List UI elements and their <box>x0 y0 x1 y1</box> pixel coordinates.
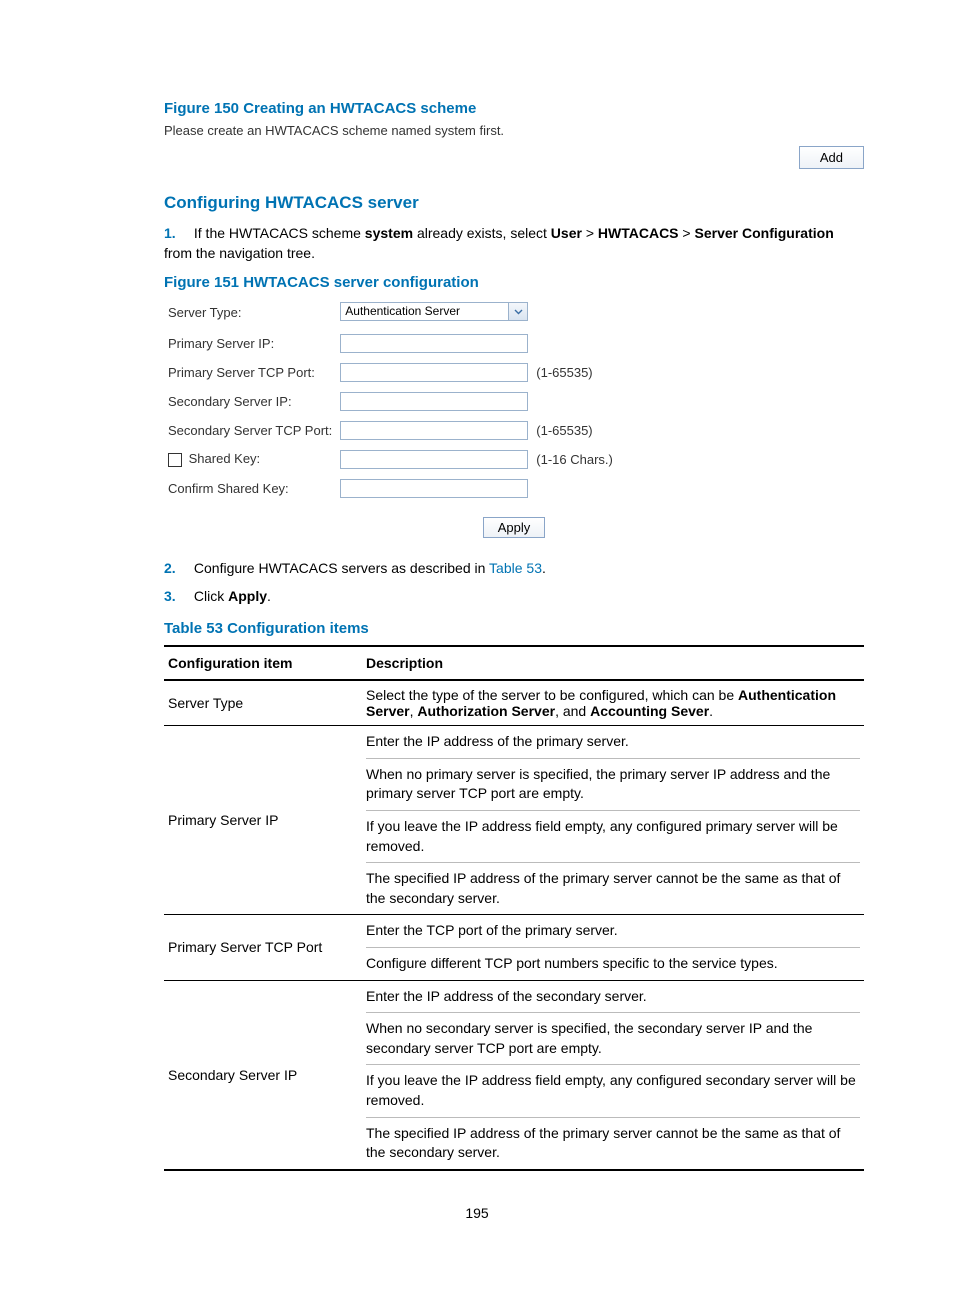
config-desc-secondary-server-ip: Enter the IP address of the secondary se… <box>362 980 864 1170</box>
desc-para: When no secondary server is specified, t… <box>366 1013 860 1065</box>
secondary-server-tcp-port-input[interactable] <box>340 421 528 440</box>
step-1-sep-1: > <box>582 225 598 241</box>
step-1-text-b: already exists, select <box>413 225 551 241</box>
step-1-number: 1. <box>164 223 190 243</box>
configuration-items-table: Configuration item Description Server Ty… <box>164 645 864 1171</box>
table-row: Secondary Server IP Enter the IP address… <box>164 980 864 1170</box>
config-item-primary-server-tcp-port: Primary Server TCP Port <box>164 915 362 980</box>
step-2-number: 2. <box>164 558 190 578</box>
table-row: Primary Server IP Enter the IP address o… <box>164 726 864 915</box>
secondary-server-tcp-port-label: Secondary Server TCP Port: <box>164 416 336 445</box>
shared-key-input[interactable] <box>340 450 528 469</box>
confirm-shared-key-label: Confirm Shared Key: <box>164 474 336 503</box>
table-header-item: Configuration item <box>164 646 362 680</box>
step-2-table-link[interactable]: Table 53 <box>489 560 542 576</box>
primary-server-tcp-port-input[interactable] <box>340 363 528 382</box>
step-3-bold-apply: Apply <box>228 588 267 604</box>
table-header-description: Description <box>362 646 864 680</box>
secondary-server-ip-label: Secondary Server IP: <box>164 387 336 416</box>
step-3: 3. Click Apply. <box>164 586 864 606</box>
config-desc-server-type: Select the type of the server to be conf… <box>362 680 864 726</box>
shared-key-label: Shared Key: <box>189 451 261 466</box>
desc-text: . <box>709 703 713 719</box>
desc-para: Enter the IP address of the primary serv… <box>366 726 860 759</box>
config-desc-primary-server-ip: Enter the IP address of the primary serv… <box>362 726 864 915</box>
desc-text: Select the type of the server to be conf… <box>366 687 738 703</box>
desc-para: If you leave the IP address field empty,… <box>366 1065 860 1117</box>
step-1-sep-2: > <box>679 225 695 241</box>
primary-server-ip-input[interactable] <box>340 334 528 353</box>
table-row: Server Type Select the type of the serve… <box>164 680 864 726</box>
desc-para: Enter the IP address of the secondary se… <box>366 981 860 1014</box>
page-number: 195 <box>90 1205 864 1221</box>
desc-para: When no primary server is specified, the… <box>366 759 860 811</box>
desc-para: The specified IP address of the primary … <box>366 1118 860 1169</box>
step-1-text-a: If the HWTACACS scheme <box>194 225 365 241</box>
step-1-text-c: from the navigation tree. <box>164 245 315 261</box>
table-row: Primary Server TCP Port Enter the TCP po… <box>164 915 864 980</box>
section-heading-configuring-hwtacacs-server: Configuring HWTACACS server <box>164 193 864 213</box>
confirm-shared-key-input[interactable] <box>340 479 528 498</box>
primary-server-tcp-port-label: Primary Server TCP Port: <box>164 358 336 387</box>
desc-bold: Accounting Sever <box>590 703 709 719</box>
apply-button[interactable]: Apply <box>483 517 546 538</box>
add-button[interactable]: Add <box>799 146 864 169</box>
desc-para: The specified IP address of the primary … <box>366 863 860 914</box>
secondary-server-ip-input[interactable] <box>340 392 528 411</box>
step-2-text-a: Configure HWTACACS servers as described … <box>194 560 489 576</box>
config-desc-primary-server-tcp-port: Enter the TCP port of the primary server… <box>362 915 864 980</box>
table-53-caption: Table 53 Configuration items <box>164 620 864 637</box>
step-3-text-a: Click <box>194 588 228 604</box>
server-config-form: Server Type: Authentication Server Prima… <box>164 297 617 503</box>
step-1-bold-system: system <box>365 225 413 241</box>
step-1-bold-user: User <box>551 225 582 241</box>
config-item-primary-server-ip: Primary Server IP <box>164 726 362 915</box>
secondary-port-hint: (1-65535) <box>532 416 617 445</box>
chevron-down-icon <box>508 303 527 320</box>
desc-para: Configure different TCP port numbers spe… <box>366 948 860 980</box>
figure-150-instruction: Please create an HWTACACS scheme named s… <box>164 123 864 138</box>
step-1-bold-hwtacacs: HWTACACS <box>598 225 679 241</box>
config-item-secondary-server-ip: Secondary Server IP <box>164 980 362 1170</box>
step-3-number: 3. <box>164 586 190 606</box>
desc-text: , and <box>555 703 590 719</box>
server-type-select[interactable]: Authentication Server <box>340 302 528 321</box>
shared-key-hint: (1-16 Chars.) <box>532 445 617 474</box>
step-1-bold-server-config: Server Configuration <box>695 225 834 241</box>
desc-para: Enter the TCP port of the primary server… <box>366 915 860 948</box>
step-2-text-b: . <box>542 560 546 576</box>
server-type-label: Server Type: <box>164 297 336 329</box>
step-3-text-b: . <box>267 588 271 604</box>
step-2: 2. Configure HWTACACS servers as describ… <box>164 558 864 578</box>
figure-150-caption: Figure 150 Creating an HWTACACS scheme <box>164 100 864 117</box>
desc-bold: Authorization Server <box>417 703 555 719</box>
figure-151-caption: Figure 151 HWTACACS server configuration <box>164 274 864 291</box>
desc-para: If you leave the IP address field empty,… <box>366 811 860 863</box>
step-1: 1. If the HWTACACS scheme system already… <box>164 223 864 264</box>
server-type-value: Authentication Server <box>345 304 460 318</box>
shared-key-checkbox[interactable] <box>168 453 182 467</box>
primary-port-hint: (1-65535) <box>532 358 617 387</box>
config-item-server-type: Server Type <box>164 680 362 726</box>
primary-server-ip-label: Primary Server IP: <box>164 329 336 358</box>
